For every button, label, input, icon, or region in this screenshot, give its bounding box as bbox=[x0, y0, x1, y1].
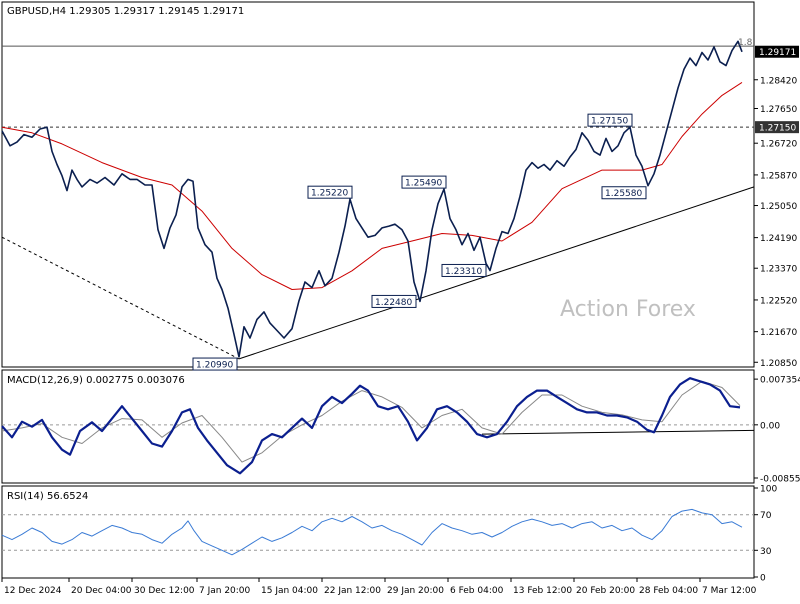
rsi-label: RSI(14) 56.6524 bbox=[7, 491, 88, 502]
macd-y-tick-2: -0.008558 bbox=[760, 475, 800, 485]
price-annotation-3: 1.25220 bbox=[311, 189, 348, 199]
x-tick-5: 22 Jan 12:00 bbox=[324, 586, 381, 596]
main-y-tick-3: 1.25870 bbox=[760, 171, 797, 181]
x-tick-7: 6 Feb 04:00 bbox=[450, 586, 504, 596]
price-annotation-2: 1.23310 bbox=[445, 267, 482, 277]
x-tick-10: 28 Feb 04:00 bbox=[639, 586, 698, 596]
rsi-y-tick-1: 70 bbox=[760, 511, 772, 521]
macd-y-tick-1: 0.00 bbox=[760, 421, 780, 431]
price-annotation-0: 1.20990 bbox=[196, 361, 233, 371]
price-annotation-1: 1.22480 bbox=[375, 298, 412, 308]
x-tick-2: 30 Dec 12:00 bbox=[134, 586, 195, 596]
x-tick-3: 7 Jan 20:00 bbox=[199, 586, 251, 596]
main-y-tick-5: 1.24190 bbox=[760, 234, 797, 244]
main-y-tick-1: 1.27650 bbox=[760, 105, 797, 115]
x-tick-8: 13 Feb 12:00 bbox=[513, 586, 572, 596]
main-y-tick-9: 1.20850 bbox=[760, 359, 797, 369]
edge-marker: 1.8 bbox=[738, 38, 753, 48]
main-header: GBPUSD,H4 1.29305 1.29317 1.29145 1.2917… bbox=[7, 6, 244, 17]
level-price-tag: 1.27150 bbox=[759, 124, 796, 134]
x-tick-4: 15 Jan 04:00 bbox=[261, 586, 318, 596]
forex-chart: Action Forex GBPUSD,H4 1.29305 1.29317 1… bbox=[0, 0, 800, 600]
price-annotation-6: 1.25580 bbox=[605, 189, 642, 199]
main-y-tick-8: 1.21670 bbox=[760, 328, 797, 338]
watermark: Action Forex bbox=[560, 297, 696, 322]
price-annotation-4: 1.25490 bbox=[405, 179, 442, 189]
main-y-tick-6: 1.23370 bbox=[760, 265, 797, 275]
rsi-y-tick-2: 30 bbox=[760, 547, 772, 557]
macd-label: MACD(12,26,9) 0.002775 0.003076 bbox=[7, 375, 185, 386]
x-tick-9: 20 Feb 20:00 bbox=[576, 586, 635, 596]
current-price-tag: 1.29171 bbox=[759, 48, 796, 58]
x-tick-11: 7 Mar 12:00 bbox=[702, 586, 757, 596]
main-y-tick-7: 1.22520 bbox=[760, 296, 797, 306]
x-tick-6: 29 Jan 20:00 bbox=[387, 586, 444, 596]
main-y-tick-2: 1.26720 bbox=[760, 140, 797, 150]
main-y-tick-4: 1.25050 bbox=[760, 202, 797, 212]
rsi-y-tick-0: 100 bbox=[760, 485, 777, 495]
x-tick-1: 20 Dec 04:00 bbox=[71, 586, 132, 596]
main-y-tick-0: 1.28420 bbox=[760, 76, 797, 86]
x-tick-0: 12 Dec 2024 bbox=[4, 586, 62, 596]
macd-y-tick-0: 0.007354 bbox=[760, 376, 800, 386]
rsi-y-tick-3: 0 bbox=[760, 574, 766, 584]
price-annotation-5: 1.27150 bbox=[591, 117, 628, 127]
chart-canvas: Action Forex GBPUSD,H4 1.29305 1.29317 1… bbox=[0, 0, 800, 600]
